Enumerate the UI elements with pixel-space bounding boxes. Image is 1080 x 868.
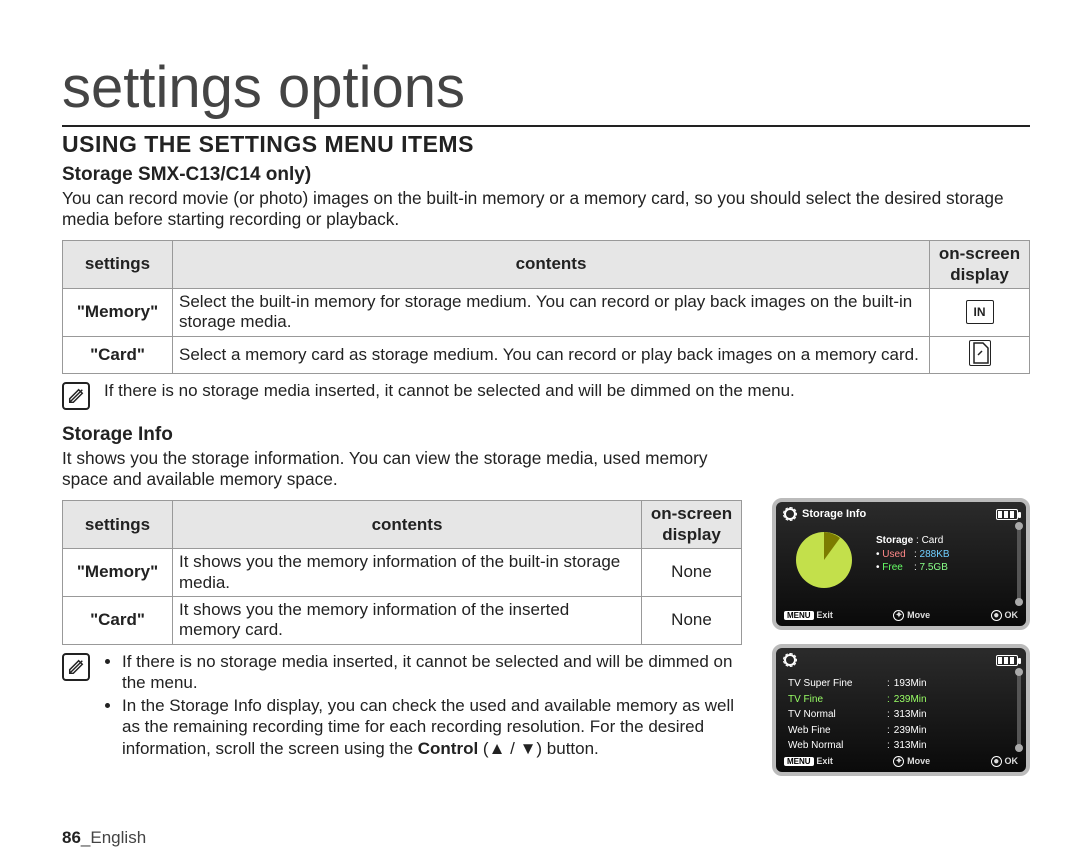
ok-icon[interactable]: ● bbox=[991, 610, 1002, 621]
used-label: Used bbox=[882, 549, 905, 560]
free-value: 7.5GB bbox=[920, 562, 948, 573]
menu-button[interactable]: MENU bbox=[784, 757, 814, 766]
exit-label: Exit bbox=[816, 610, 833, 620]
scrollbar[interactable] bbox=[1017, 524, 1021, 604]
page-footer: 86_English bbox=[62, 828, 146, 848]
list-value: 313Min bbox=[894, 707, 927, 723]
cell-setting: "Card" bbox=[63, 596, 173, 644]
cell-osd: None bbox=[642, 549, 742, 597]
note-icon bbox=[62, 653, 90, 681]
list-item[interactable]: TV Fine bbox=[788, 692, 883, 708]
ok-label: OK bbox=[1005, 610, 1019, 620]
ok-icon[interactable]: ● bbox=[991, 756, 1002, 767]
list-value: 239Min bbox=[894, 723, 927, 739]
note-text: If there is no storage media inserted, i… bbox=[122, 651, 742, 694]
table-row: "Card" Select a memory card as storage m… bbox=[63, 336, 1030, 373]
storageinfo-desc: It shows you the storage information. Yo… bbox=[62, 448, 742, 490]
cell-setting: "Card" bbox=[63, 336, 173, 373]
th-contents: contents bbox=[173, 501, 642, 549]
resolution-list: TV Super Fine: 193Min TV Fine: 239Min TV… bbox=[788, 676, 927, 754]
pie-chart bbox=[794, 530, 854, 590]
page-title: settings options bbox=[62, 54, 1030, 121]
cell-setting: "Memory" bbox=[63, 288, 173, 336]
note-text: In the Storage Info display, you can che… bbox=[122, 695, 742, 759]
cell-content: Select a memory card as storage medium. … bbox=[173, 336, 930, 373]
storageinfo-table: settings contents on-screen display "Mem… bbox=[62, 500, 742, 644]
storage-value: Card bbox=[922, 535, 944, 546]
page-number: 86 bbox=[62, 828, 81, 847]
list-item: TV Super Fine bbox=[788, 676, 883, 692]
list-item: TV Normal bbox=[788, 707, 883, 723]
note-list: If there is no storage media inserted, i… bbox=[104, 651, 742, 761]
memory-in-icon: IN bbox=[966, 300, 994, 324]
divider bbox=[62, 125, 1030, 127]
ok-label: OK bbox=[1005, 756, 1019, 766]
table-row: "Memory" Select the built-in memory for … bbox=[63, 288, 1030, 336]
storage-desc: You can record movie (or photo) images o… bbox=[62, 188, 1030, 230]
th-osd: on-screen display bbox=[930, 241, 1030, 289]
storageinfo-subtitle: Storage Info bbox=[62, 424, 1030, 446]
memory-card-icon bbox=[969, 340, 991, 366]
move-label: Move bbox=[907, 756, 930, 766]
storage-subtitle: Storage SMX-C13/C14 only) bbox=[62, 164, 1030, 186]
list-value: 239Min bbox=[894, 692, 927, 708]
note-text: If there is no storage media inserted, i… bbox=[104, 380, 795, 410]
table-row: "Memory" It shows you the memory informa… bbox=[63, 549, 742, 597]
list-value: 193Min bbox=[894, 676, 927, 692]
list-item: Web Normal bbox=[788, 738, 883, 754]
cell-osd: None bbox=[642, 596, 742, 644]
osd-resolution-list: TV Super Fine: 193Min TV Fine: 239Min TV… bbox=[772, 644, 1030, 776]
scrollbar[interactable] bbox=[1017, 670, 1021, 750]
cell-osd: IN bbox=[930, 288, 1030, 336]
list-value: 313Min bbox=[894, 738, 927, 754]
move-icon[interactable]: ✦ bbox=[893, 756, 904, 767]
cell-content: It shows you the memory information of t… bbox=[173, 549, 642, 597]
free-label: Free bbox=[882, 562, 903, 573]
move-icon[interactable]: ✦ bbox=[893, 610, 904, 621]
cell-osd bbox=[930, 336, 1030, 373]
control-label: Control bbox=[418, 739, 478, 758]
used-value: 288KB bbox=[920, 549, 950, 560]
osd-info: Storage : Card • Used : 288KB • Free : 7… bbox=[876, 534, 950, 575]
cell-content: Select the built-in memory for storage m… bbox=[173, 288, 930, 336]
th-settings: settings bbox=[63, 501, 173, 549]
page-lang: English bbox=[90, 828, 146, 847]
battery-icon bbox=[996, 655, 1018, 666]
note: If there is no storage media inserted, i… bbox=[62, 651, 742, 761]
storage-label: Storage bbox=[876, 535, 913, 546]
table-row: "Card" It shows you the memory informati… bbox=[63, 596, 742, 644]
osd-title: Storage Info bbox=[802, 508, 866, 520]
gear-icon bbox=[784, 508, 796, 520]
cell-setting: "Memory" bbox=[63, 549, 173, 597]
osd-storage-info: Storage Info Storage : Card • Used : 288… bbox=[772, 498, 1030, 630]
th-contents: contents bbox=[173, 241, 930, 289]
battery-icon bbox=[996, 509, 1018, 520]
section-title: USING THE SETTINGS MENU ITEMS bbox=[62, 131, 1030, 158]
note-icon bbox=[62, 382, 90, 410]
note: If there is no storage media inserted, i… bbox=[62, 380, 1030, 410]
cell-content: It shows you the memory information of t… bbox=[173, 596, 642, 644]
th-settings: settings bbox=[63, 241, 173, 289]
gear-icon bbox=[784, 654, 796, 666]
move-label: Move bbox=[907, 610, 930, 620]
th-osd: on-screen display bbox=[642, 501, 742, 549]
list-item: Web Fine bbox=[788, 723, 883, 739]
menu-button[interactable]: MENU bbox=[784, 611, 814, 620]
exit-label: Exit bbox=[816, 756, 833, 766]
storage-table: settings contents on-screen display "Mem… bbox=[62, 240, 1030, 374]
